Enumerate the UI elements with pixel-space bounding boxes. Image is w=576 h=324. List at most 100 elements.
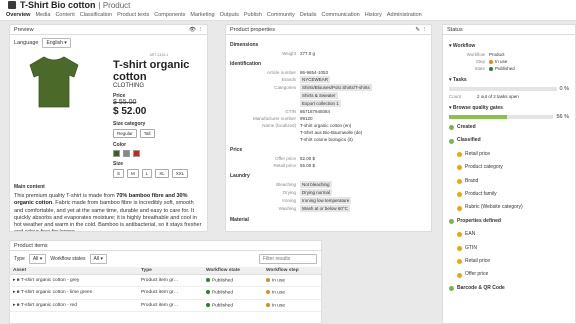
table-row[interactable]: ▸ ■ T-shirt organic cotton - grey Product… bbox=[10, 274, 321, 288]
nav-media[interactable]: Media bbox=[35, 12, 50, 18]
main-content-label: Main content bbox=[14, 184, 45, 190]
size-category-option[interactable]: Regular bbox=[113, 129, 137, 138]
size-category-options: Regular Tall bbox=[113, 129, 205, 138]
table-row[interactable]: ▸ ■ T-shirt organic cotton - lime green P… bbox=[10, 286, 321, 300]
workflow-states-select[interactable]: All ▾ bbox=[89, 254, 107, 264]
size-option[interactable]: S bbox=[113, 169, 125, 178]
quality-gate[interactable]: Properties defined bbox=[449, 215, 569, 228]
gate-label: Rubric (Website category) bbox=[465, 204, 523, 211]
quality-gate[interactable]: Classified bbox=[449, 134, 569, 147]
quality-gates-section[interactable]: ▾ Browse quality gates bbox=[449, 105, 569, 111]
gate-label: Created bbox=[457, 124, 476, 130]
property-row: Retail price 55.00 $ bbox=[230, 162, 427, 169]
nav-publish[interactable]: Publish bbox=[244, 12, 262, 18]
main-nav: Overview Media Content Classification Produc… bbox=[0, 10, 576, 21]
quality-gate[interactable]: EAN bbox=[449, 228, 569, 241]
property-value: 86-9654-1053 bbox=[300, 70, 329, 75]
edit-icon[interactable]: ✎ bbox=[415, 27, 420, 33]
quality-gate[interactable]: Retail price bbox=[449, 255, 569, 268]
quality-gate[interactable]: Product family bbox=[449, 188, 569, 201]
size-option[interactable]: XL bbox=[155, 169, 169, 178]
nav-components[interactable]: Components bbox=[154, 12, 185, 18]
nav-content[interactable]: Content bbox=[55, 12, 74, 18]
preview-panel: Preview 👁 ⋮ Language English ▾ ART-2415-… bbox=[9, 24, 208, 232]
quality-gate[interactable]: GTIN bbox=[449, 242, 569, 255]
more-icon[interactable]: ⋮ bbox=[198, 27, 204, 33]
size-option[interactable]: M bbox=[127, 169, 139, 178]
quality-gate[interactable]: Rubric (Website category) bbox=[449, 201, 569, 214]
page-title: T-Shirt Bio cotton bbox=[20, 0, 96, 10]
color-swatch[interactable] bbox=[123, 150, 130, 157]
gate-label: GTIN bbox=[465, 244, 477, 251]
column-header[interactable]: Type bbox=[137, 267, 203, 275]
nav-community[interactable]: Community bbox=[267, 12, 295, 18]
quality-gate[interactable]: Retail price bbox=[449, 148, 569, 161]
tasks-section[interactable]: ▾ Tasks bbox=[449, 77, 569, 83]
column-header[interactable]: Workflow state bbox=[202, 267, 263, 275]
size-category-option[interactable]: Tall bbox=[139, 129, 155, 138]
color-swatch[interactable] bbox=[133, 150, 140, 157]
step-cell: In use bbox=[262, 274, 321, 288]
nav-classification[interactable]: Classification bbox=[80, 12, 112, 18]
tasks-percent: 0 % bbox=[559, 86, 569, 92]
gate-status-icon bbox=[457, 259, 462, 265]
property-key: Name (localized) bbox=[262, 123, 296, 128]
gate-status-icon bbox=[457, 245, 462, 251]
gate-label: EAN bbox=[465, 231, 476, 238]
quality-gate[interactable]: Offer price bbox=[449, 268, 569, 281]
property-row: Article number 86-9654-1053 bbox=[230, 69, 427, 76]
step-dot bbox=[265, 290, 270, 295]
property-row: Offer price 52.00 $ bbox=[230, 155, 427, 162]
product-items-panel: Product items Type All ▾ Workflow states… bbox=[9, 240, 322, 324]
size-option[interactable]: L bbox=[141, 169, 153, 178]
eye-icon[interactable]: 👁 bbox=[189, 27, 196, 33]
items-header: Product items bbox=[10, 241, 321, 251]
nav-history[interactable]: History bbox=[365, 12, 382, 18]
gate-status-icon bbox=[457, 178, 462, 184]
workflow-section[interactable]: ▾ Workflow bbox=[449, 43, 569, 49]
nav-details[interactable]: Details bbox=[300, 12, 317, 18]
quality-gate[interactable]: Barcode & QR Code bbox=[449, 282, 569, 295]
gate-status-icon bbox=[457, 192, 462, 198]
column-header[interactable]: Asset bbox=[10, 267, 138, 275]
property-row: Export collection 1 bbox=[230, 100, 427, 108]
gate-label: Retail price bbox=[465, 150, 491, 157]
property-row: Washing Wash at or below 60°C bbox=[230, 205, 427, 213]
property-key: Categories bbox=[274, 85, 296, 90]
workflow-row: Workflow Product bbox=[449, 51, 569, 58]
color-swatch[interactable] bbox=[113, 150, 120, 157]
table-row[interactable]: ▸ ■ T-shirt organic cotton - red Product … bbox=[10, 299, 321, 312]
property-key bbox=[230, 129, 300, 136]
old-price: $ 55.00 bbox=[113, 99, 137, 106]
nav-administration[interactable]: Administration bbox=[387, 12, 422, 18]
page-type: | Product bbox=[98, 0, 131, 10]
nav-communication[interactable]: Communication bbox=[322, 12, 360, 18]
quality-gate[interactable]: Created bbox=[449, 121, 569, 134]
filter-input[interactable] bbox=[259, 254, 317, 264]
property-value: Shirts & Sweater bbox=[300, 92, 338, 99]
property-value: Shirts/Blouses/Polo Shirts/T-shirts bbox=[300, 84, 372, 91]
column-header[interactable]: Workflow step bbox=[262, 267, 321, 275]
material-heading: Material bbox=[230, 217, 249, 223]
quality-gate[interactable]: Brand bbox=[449, 175, 569, 188]
section-heading: Dimensions bbox=[230, 42, 259, 48]
nav-product-texts[interactable]: Product texts bbox=[117, 12, 149, 18]
property-row: Drying Drying normal bbox=[230, 189, 427, 197]
quality-gate[interactable]: Product category bbox=[449, 161, 569, 174]
gate-label: Barcode & QR Code bbox=[457, 284, 505, 291]
nav-overview[interactable]: Overview bbox=[6, 12, 30, 18]
language-select[interactable]: English ▾ bbox=[42, 38, 71, 48]
workflow-row: Step In use bbox=[449, 58, 569, 65]
items-title: Product items bbox=[14, 242, 48, 249]
property-value: NYCEWEAR bbox=[300, 76, 331, 83]
nav-outputs[interactable]: Outputs bbox=[220, 12, 239, 18]
property-value: 99120 bbox=[300, 116, 313, 121]
status-title: Status bbox=[447, 26, 463, 33]
more-icon[interactable]: ⋮ bbox=[422, 27, 428, 33]
step-cell: In use bbox=[262, 286, 321, 300]
nav-marketing[interactable]: Marketing bbox=[190, 12, 214, 18]
size-option[interactable]: XXL bbox=[171, 169, 189, 178]
type-select[interactable]: All ▾ bbox=[28, 254, 47, 264]
items-table: Asset Type Workflow state Workflow step ▸ ■… bbox=[10, 267, 321, 312]
type-cell: Product item gr… bbox=[137, 274, 203, 288]
